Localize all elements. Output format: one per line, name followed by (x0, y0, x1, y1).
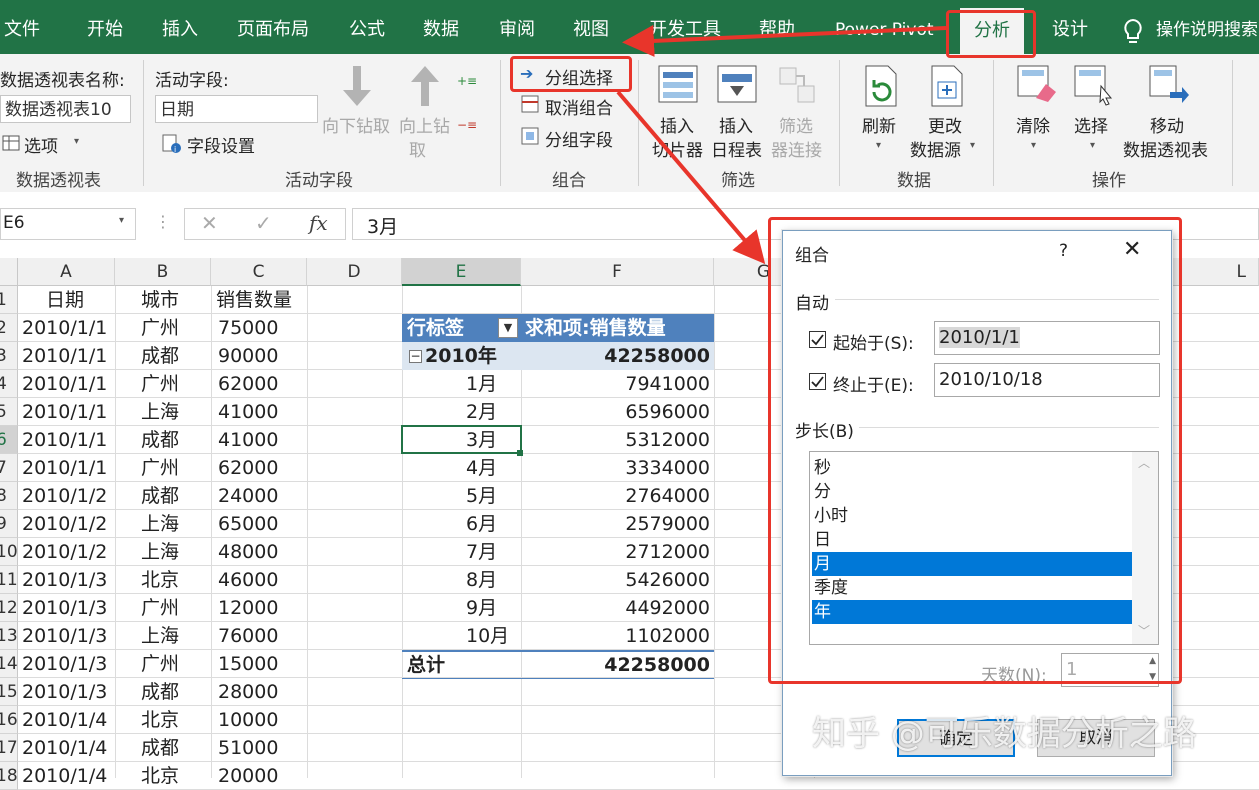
annotation-arrows (616, 24, 947, 265)
watermark: 知乎 @可乐数据分析之路 (812, 714, 1197, 754)
